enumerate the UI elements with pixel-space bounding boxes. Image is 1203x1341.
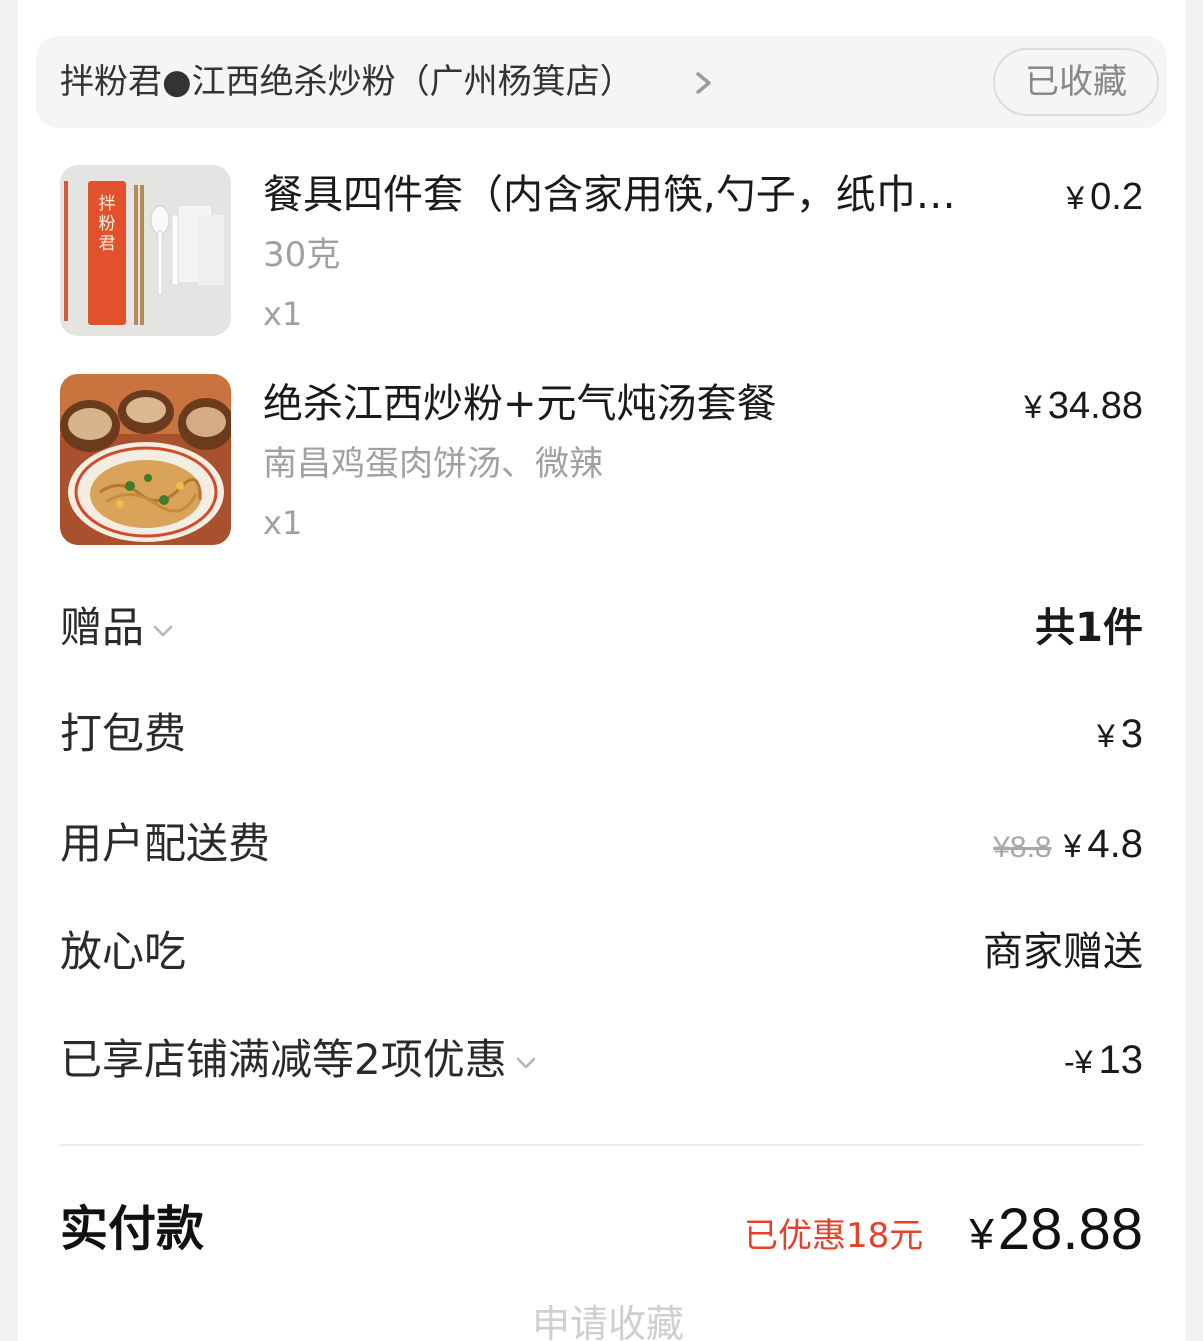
discount-prefix: -¥: [1064, 1044, 1093, 1080]
discount-row: 已享店铺满减等2项优惠 -¥ 13: [60, 1025, 1143, 1095]
total-amount: 28.88: [997, 1197, 1143, 1262]
delivery-fee-value: ¥8.8 ¥4.8: [993, 809, 1143, 883]
favorited-button[interactable]: 已收藏: [993, 48, 1159, 116]
gift-count: 共1件: [1035, 605, 1143, 651]
svg-text:君: 君: [99, 234, 116, 254]
chevron-right-icon[interactable]: [689, 66, 719, 100]
assurance-label: 放心吃: [60, 927, 187, 976]
chevron-down-icon: [153, 625, 173, 636]
item-quantity: x1: [263, 504, 303, 542]
tableware-image: 拌 粉 君: [60, 165, 231, 336]
bottom-action-label: 申请收藏: [531, 1302, 684, 1341]
total-saved-text: 已优惠18元: [744, 1216, 924, 1256]
gift-row: 赠品 共1件: [60, 593, 1143, 663]
item-price: ¥0.2: [1066, 169, 1143, 226]
noodle-combo-image: [60, 374, 231, 545]
item-name[interactable]: 餐具四件套（内含家用筷,勺子，纸巾…: [263, 167, 1003, 223]
store-name-link[interactable]: 拌粉君●江西绝杀炒粉（广州杨箕店）: [60, 56, 634, 108]
thumb-brand-text: 拌: [99, 194, 116, 214]
packing-fee-amount: 3: [1120, 712, 1143, 756]
item-price: ¥34.88: [1024, 378, 1143, 435]
discount-expand-toggle[interactable]: 已享店铺满减等2项优惠: [60, 1025, 539, 1095]
item-price-value: 34.88: [1047, 385, 1143, 427]
item-price-value: 0.2: [1090, 176, 1143, 218]
total-price: ¥28.88: [969, 1192, 1143, 1273]
delivery-fee-label: 用户配送费: [60, 819, 271, 868]
order-item: 绝杀江西炒粉+元气炖汤套餐 南昌鸡蛋肉饼汤、微辣 x1 ¥34.88: [60, 374, 1143, 546]
total-label: 实付款: [60, 1201, 205, 1257]
item-thumbnail-tableware[interactable]: 拌 粉 君: [60, 165, 231, 336]
discount-value: -¥ 13: [1064, 1025, 1143, 1097]
store-header: 拌粉君●江西绝杀炒粉（广州杨箕店） 已收藏: [36, 36, 1167, 128]
divider: [60, 1144, 1143, 1146]
discount-label: 已享店铺满减等2项优惠: [60, 1035, 507, 1084]
delivery-fee-row: 用户配送费 ¥8.8 ¥4.8: [60, 809, 1143, 879]
assurance-row: 放心吃 商家赠送: [60, 917, 1143, 987]
item-name[interactable]: 绝杀江西炒粉+元气炖汤套餐: [263, 376, 1003, 432]
currency-symbol: ¥: [969, 1210, 994, 1259]
bottom-action-button[interactable]: 申请收藏: [448, 1294, 768, 1341]
gift-label: 赠品: [60, 603, 145, 652]
svg-text:粉: 粉: [99, 214, 116, 234]
item-spec: 30克: [263, 235, 341, 275]
discount-amount: 13: [1098, 1038, 1144, 1082]
assurance-value: 商家赠送: [983, 929, 1143, 975]
order-item: 拌 粉 君 餐具四件套（内含家用筷,勺子，纸巾… 30克 x1 ¥0.2: [60, 165, 1143, 337]
currency-symbol: ¥: [1024, 389, 1042, 425]
currency-symbol: ¥: [1066, 180, 1085, 216]
packing-fee-value: ¥3: [1097, 699, 1143, 771]
item-quantity: x1: [263, 295, 303, 333]
currency-symbol: ¥: [1096, 718, 1115, 754]
chevron-down-icon: [516, 1057, 536, 1068]
item-spec: 南昌鸡蛋肉饼汤、微辣: [263, 444, 603, 484]
item-thumbnail-noodles[interactable]: [60, 374, 231, 545]
gift-expand-toggle[interactable]: 赠品: [60, 593, 176, 663]
delivery-fee-amount: 4.8: [1087, 822, 1143, 866]
packing-fee-label: 打包费: [60, 709, 187, 758]
delivery-original-price: ¥8.8: [993, 831, 1052, 864]
packing-fee-row: 打包费 ¥3: [60, 699, 1143, 769]
currency-symbol: ¥: [1063, 828, 1082, 864]
order-detail-card: 拌粉君●江西绝杀炒粉（广州杨箕店） 已收藏 拌 粉 君 餐具四件套（内含家用筷,…: [18, 0, 1185, 1341]
